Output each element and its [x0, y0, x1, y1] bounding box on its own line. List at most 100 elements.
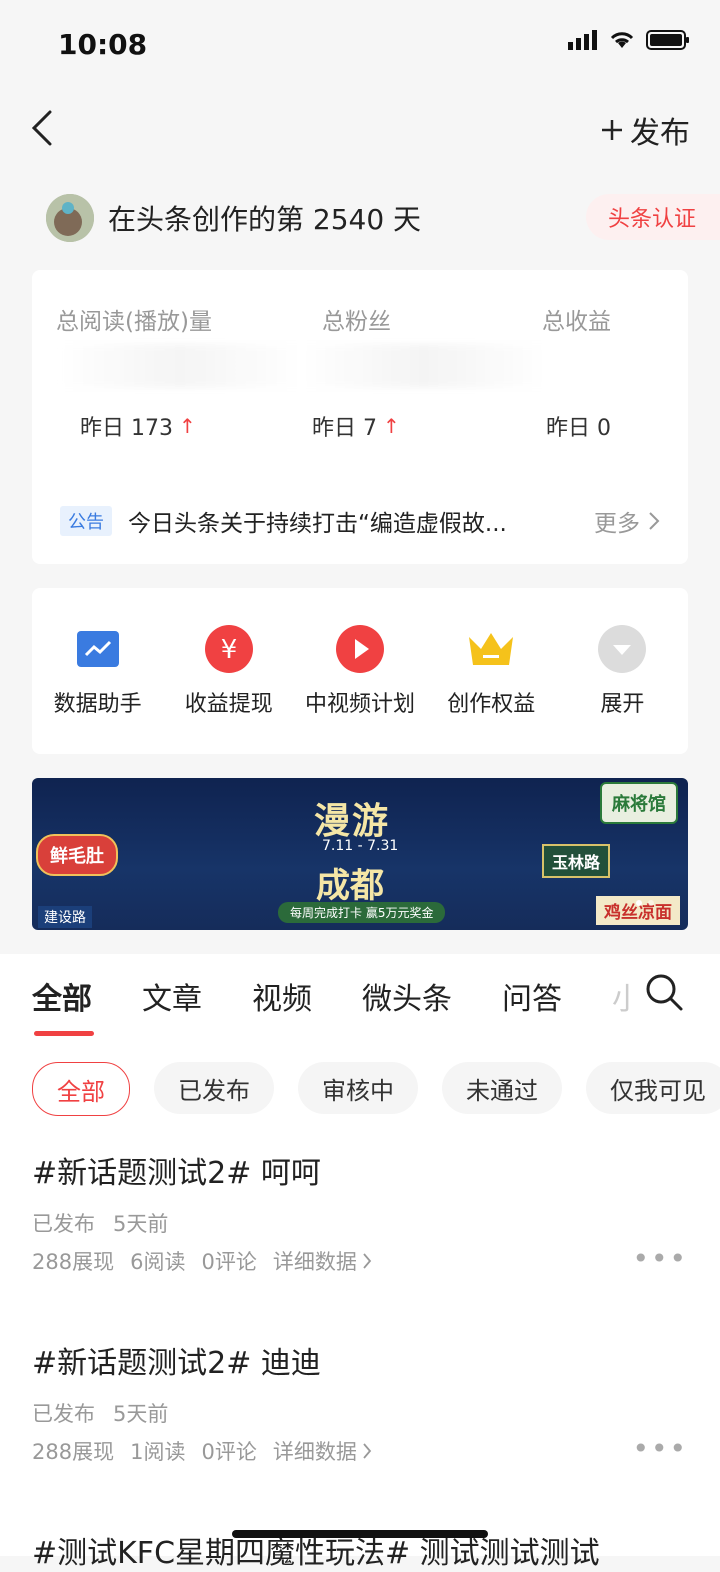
post-title[interactable]: #新话题测试2# 呵呵	[32, 1148, 321, 1192]
notice-tag: 公告	[60, 506, 112, 536]
banner-title: 漫游	[314, 801, 391, 842]
expand-icon	[597, 624, 647, 674]
post-status-row: 已发布 5天前	[32, 1398, 168, 1428]
stat-yesterday-reads-text: 昨日 173	[80, 416, 173, 441]
tool-creator-rights[interactable]: 创作权益	[426, 588, 557, 754]
plus-icon	[602, 120, 622, 140]
tool-data-assistant[interactable]: 数据助手	[32, 588, 163, 754]
notice-more-label: 更多	[594, 511, 640, 537]
more-options-icon[interactable]: •••	[632, 1432, 688, 1465]
post-stats-row: 288展现 1阅读 0评论 详细数据	[32, 1436, 372, 1466]
pagination-dot	[636, 900, 642, 906]
post-status: 已发布	[32, 1212, 95, 1236]
status-time: 10:08	[58, 28, 148, 61]
post-status-row: 已发布 5天前	[32, 1208, 168, 1238]
tool-expand[interactable]: 展开	[557, 588, 688, 754]
tab-articles[interactable]: 文章	[142, 974, 202, 1018]
post-detail-label: 详细数据	[272, 1440, 357, 1464]
home-indicator	[232, 1530, 488, 1538]
play-icon	[335, 624, 385, 674]
post-time: 5天前	[113, 1212, 169, 1236]
post-comments: 0评论	[201, 1440, 257, 1464]
stat-yesterday-fans[interactable]: 昨日 7 ↑	[312, 410, 400, 442]
status-filters: 全部 已发布 审核中 未通过 仅我可见	[32, 1062, 720, 1116]
notice-text[interactable]: 今日头条关于持续打击“编造虚假故...	[128, 504, 594, 538]
wifi-icon	[610, 32, 634, 48]
svg-text:¥: ¥	[221, 635, 238, 665]
chevron-right-icon	[649, 512, 660, 530]
filter-all[interactable]: 全部	[32, 1062, 130, 1116]
stat-label-fans: 总粉丝	[322, 309, 391, 335]
stats-card: 总阅读(播放)量 总粉丝 总收益 昨日 173 ↑ 昨日 7 ↑ 昨日 0 公告…	[32, 270, 688, 564]
back-icon[interactable]	[26, 108, 66, 148]
tab-qa[interactable]: 问答	[502, 974, 562, 1018]
creator-days: 在头条创作的第 2540 天	[108, 203, 422, 236]
chart-icon	[73, 624, 123, 674]
more-options-icon[interactable]: •••	[632, 1242, 688, 1275]
post-impressions: 288展现	[32, 1250, 115, 1274]
tool-withdraw[interactable]: ¥ 收益提现	[163, 588, 294, 754]
banner-pagination	[636, 900, 654, 906]
chevron-right-icon	[363, 1443, 372, 1459]
banner-tag-left: 鲜毛肚	[36, 834, 118, 876]
post-impressions: 288展现	[32, 1440, 115, 1464]
stat-yesterday-income[interactable]: 昨日 0	[546, 410, 611, 442]
tab-micro-posts[interactable]: 微头条	[362, 974, 452, 1018]
post-detail-link[interactable]: 详细数据	[273, 1246, 372, 1276]
post-reads: 6阅读	[130, 1250, 186, 1274]
stat-label-reads: 总阅读(播放)量	[56, 309, 212, 335]
yuan-icon: ¥	[204, 624, 254, 674]
banner-road-left: 建设路	[38, 906, 92, 928]
banner-subtitle: 成都	[316, 866, 384, 906]
arrow-up-icon: ↑	[383, 414, 400, 438]
tab-more-partial[interactable]: 小	[612, 974, 630, 1018]
banner-road-right: 玉林路	[541, 844, 610, 878]
stats-values-hidden	[58, 344, 668, 388]
filter-reviewing[interactable]: 审核中	[298, 1062, 418, 1114]
publish-label: 发布	[630, 116, 690, 151]
post-reads: 1阅读	[130, 1440, 186, 1464]
search-icon[interactable]	[644, 972, 684, 1012]
post-title[interactable]: #新话题测试2# 迪迪	[32, 1338, 321, 1382]
tab-videos[interactable]: 视频	[252, 974, 312, 1018]
tab-all[interactable]: 全部	[32, 974, 94, 1036]
stat-yesterday-income-text: 昨日 0	[546, 416, 611, 441]
tool-video-plan[interactable]: 中视频计划	[294, 588, 425, 754]
stat-yesterday-reads[interactable]: 昨日 173 ↑	[80, 410, 196, 442]
stat-label-income: 总收益	[542, 309, 611, 335]
post-detail-label: 详细数据	[272, 1250, 357, 1274]
filter-private[interactable]: 仅我可见	[586, 1062, 720, 1114]
post-detail-link[interactable]: 详细数据	[273, 1436, 372, 1466]
promo-banner[interactable]: 鲜毛肚 建设路 漫游 7.11 - 7.31 成都 每周完成打卡 赢5万元奖金 …	[32, 778, 688, 930]
tool-label: 展开	[600, 692, 645, 717]
arrow-up-icon: ↑	[179, 414, 196, 438]
signal-icon	[568, 30, 597, 50]
content-section: 全部 文章 视频 微头条 问答 小 全部 已发布 审核中 未通过 仅我可见 #新…	[0, 954, 720, 1571]
post-comments: 0评论	[201, 1250, 257, 1274]
tool-label: 中视频计划	[305, 692, 416, 717]
filter-rejected[interactable]: 未通过	[442, 1062, 562, 1114]
tool-label: 创作权益	[447, 692, 536, 717]
chevron-right-icon	[363, 1253, 372, 1269]
battery-icon	[646, 30, 689, 50]
notice-more[interactable]: 更多	[594, 504, 660, 538]
notice-bar[interactable]: 公告 今日头条关于持续打击“编造虚假故... 更多	[60, 504, 660, 538]
post-time: 5天前	[113, 1402, 169, 1426]
stat-yesterday-fans-text: 昨日 7	[312, 416, 377, 441]
verify-badge[interactable]: 头条认证	[585, 194, 720, 240]
pagination-dot	[648, 900, 654, 906]
crown-icon	[466, 624, 516, 674]
avatar[interactable]	[46, 194, 94, 242]
banner-cta: 每周完成打卡 赢5万元奖金	[278, 902, 446, 923]
content-tabs: 全部 文章 视频 微头条 问答 小	[32, 974, 630, 1036]
tool-label: 收益提现	[184, 692, 273, 717]
avatar-image	[46, 194, 94, 242]
banner-tag-right: 麻将馆	[600, 782, 678, 824]
status-icons	[568, 30, 690, 50]
tool-label: 数据助手	[53, 692, 142, 717]
tools-card: 数据助手 ¥ 收益提现 中视频计划 创作权益 展开	[32, 588, 688, 754]
post-stats-row: 288展现 6阅读 0评论 详细数据	[32, 1246, 372, 1276]
publish-button[interactable]: 发布	[600, 108, 690, 152]
filter-published[interactable]: 已发布	[154, 1062, 274, 1114]
banner-date: 7.11 - 7.31	[322, 838, 399, 854]
